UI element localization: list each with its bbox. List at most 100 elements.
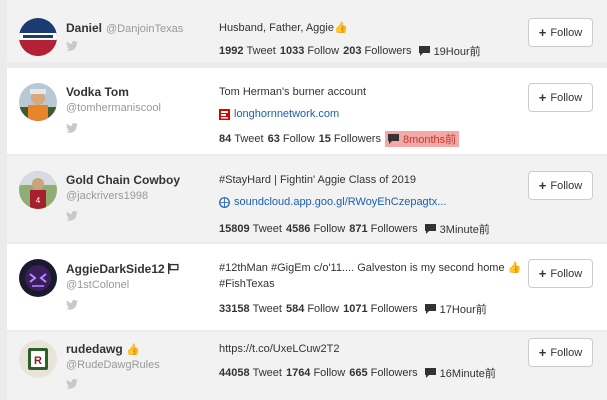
user-name[interactable]: Daniel @DanjoinTexas: [66, 21, 183, 35]
list-item: Vodka Tom @tomhermaniscool Tom Herman's …: [7, 68, 607, 154]
followers-label: Followers: [364, 45, 412, 57]
follow-button-label: Follow: [550, 91, 583, 104]
user-bio: https://t.co/UxeLCuw2T2: [219, 343, 340, 355]
time-text: 16Minute前: [439, 368, 496, 380]
follow-label: Follow: [313, 223, 346, 235]
user-name-text[interactable]: Gold Chain Cowboy: [66, 173, 180, 187]
last-tweet-time: 17Hour前: [422, 301, 490, 317]
last-tweet-time: 19Hour前: [416, 43, 484, 59]
followers-count: 1071: [343, 303, 368, 315]
tweet-label: Tweet: [246, 45, 276, 57]
user-name-text[interactable]: Daniel: [66, 21, 102, 35]
user-stats: 15809 Tweet 4586 Follow 871 Followers 3Minu…: [219, 221, 493, 237]
chat-icon: [387, 134, 399, 144]
twitter-bird-icon[interactable]: [66, 123, 78, 133]
tweet-label: Tweet: [252, 303, 282, 315]
user-handle: @RudeDawgRules: [66, 359, 160, 371]
follow-button[interactable]: + Follow: [528, 259, 593, 288]
user-bio: #StayHard | Fightin' Aggie Class of 2019: [219, 174, 416, 186]
user-bio: Tom Herman's burner account: [219, 86, 366, 98]
avatar[interactable]: [19, 18, 57, 56]
tweet-count: 15809: [219, 223, 250, 235]
user-handle: @jackrivers1998: [66, 190, 149, 202]
thumbs-up-icon: 👍: [126, 344, 140, 356]
follow-button-label: Follow: [550, 267, 583, 280]
user-handle: @1stColonel: [66, 279, 130, 291]
follow-button-label: Follow: [550, 179, 583, 192]
link-text[interactable]: soundcloud.app.goo.gl/RWoyEhCzepagtx...: [234, 196, 446, 208]
user-name-text[interactable]: rudedawg: [66, 342, 123, 356]
avatar[interactable]: [19, 83, 57, 121]
tweet-label: Tweet: [252, 367, 282, 379]
user-name-text[interactable]: AggieDarkSide12: [66, 262, 165, 276]
user-name[interactable]: AggieDarkSide12: [66, 262, 179, 276]
user-name[interactable]: Vodka Tom: [66, 85, 129, 99]
followers-label: Followers: [370, 367, 418, 379]
followers-count: 203: [343, 45, 362, 57]
list-item: AggieDarkSide12 @1stColonel #12thMan #Gi…: [7, 244, 607, 330]
user-name[interactable]: Gold Chain Cowboy: [66, 173, 180, 187]
follow-label: Follow: [282, 133, 315, 145]
tweet-label: Tweet: [252, 223, 282, 235]
twitter-bird-icon[interactable]: [66, 41, 78, 51]
followers-count: 15: [318, 133, 331, 145]
followers-label: Followers: [370, 303, 418, 315]
time-text: 19Hour前: [433, 46, 481, 58]
avatar[interactable]: [19, 259, 57, 297]
user-name-text[interactable]: Vodka Tom: [66, 85, 129, 99]
chat-icon: [418, 46, 430, 56]
link-text[interactable]: longhornnetwork.com: [234, 108, 339, 120]
twitter-bird-icon[interactable]: [66, 379, 78, 389]
user-website-link[interactable]: soundcloud.app.goo.gl/RWoyEhCzepagtx...: [219, 196, 446, 208]
follow-button[interactable]: + Follow: [528, 171, 593, 200]
chat-icon: [424, 224, 436, 234]
tweet-count: 44058: [219, 367, 250, 379]
user-handle: @tomhermaniscool: [66, 102, 161, 114]
plus-icon: +: [538, 266, 547, 281]
follow-count: 4586: [285, 223, 311, 235]
followers-label: Followers: [370, 223, 418, 235]
tweet-label: Tweet: [234, 133, 264, 145]
follow-label: Follow: [307, 303, 340, 315]
list-item: 4 Gold Chain Cowboy @jackrivers1998 #Sta…: [7, 156, 607, 242]
list-item: Daniel @DanjoinTexas Husband, Father, Agg…: [7, 0, 607, 62]
time-text: 17Hour前: [439, 304, 487, 316]
user-stats: 1992 Tweet 1033 Follow 203 Followers 19Hour…: [219, 43, 484, 59]
twitter-bird-icon[interactable]: [66, 211, 78, 221]
follow-count: 1764: [285, 367, 311, 379]
user-stats: 44058 Tweet 1764 Follow 665 Followers 16Min…: [219, 365, 499, 381]
follow-count: 584: [285, 303, 305, 315]
avatar[interactable]: R: [19, 340, 57, 378]
tweet-count: 33158: [219, 303, 250, 315]
avatar[interactable]: 4: [19, 171, 57, 209]
user-bio-line2: #FishTexas: [219, 278, 275, 290]
plus-icon: +: [538, 90, 547, 105]
user-website-link[interactable]: longhornnetwork.com: [219, 108, 339, 120]
time-text: 3Minute前: [439, 224, 490, 236]
svg-text:R: R: [34, 355, 42, 367]
last-tweet-time: 16Minute前: [422, 365, 499, 381]
flag-icon: [168, 263, 179, 274]
twitter-bird-icon[interactable]: [66, 300, 78, 310]
follow-label: Follow: [313, 367, 346, 379]
follow-button[interactable]: + Follow: [528, 83, 593, 112]
follow-button[interactable]: + Follow: [528, 18, 593, 47]
tweet-count: 84: [219, 133, 232, 145]
follow-button[interactable]: + Follow: [528, 338, 593, 367]
user-name[interactable]: rudedawg 👍: [66, 342, 140, 356]
follow-count: 63: [267, 133, 280, 145]
svg-text:4: 4: [36, 196, 41, 205]
globe-icon: [219, 196, 230, 208]
user-bio: Husband, Father, Aggie👍: [219, 22, 348, 34]
user-bio: #12thMan #GigEm c/o'11.... Galveston is …: [219, 262, 522, 274]
follow-button-label: Follow: [550, 346, 583, 359]
time-text: 8months前: [402, 134, 457, 146]
chat-icon: [424, 304, 436, 314]
espn-icon: [219, 108, 230, 120]
followers-count: 665: [349, 367, 368, 379]
last-tweet-time: 3Minute前: [422, 221, 493, 237]
plus-icon: +: [538, 25, 547, 40]
plus-icon: +: [538, 345, 547, 360]
tweet-count: 1992: [219, 45, 244, 57]
followers-label: Followers: [333, 133, 381, 145]
